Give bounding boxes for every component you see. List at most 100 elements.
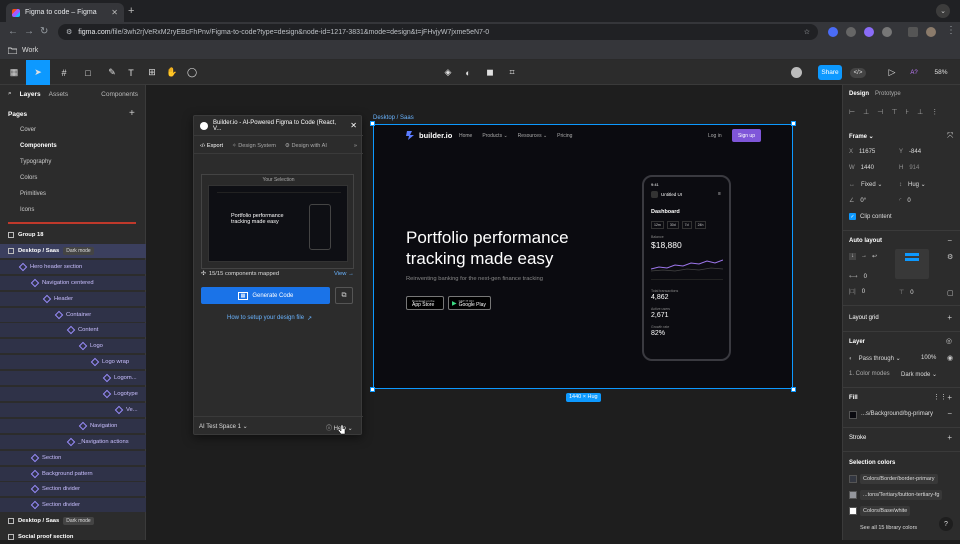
layer-row[interactable]: Logo xyxy=(78,339,103,353)
alignment-grid[interactable] xyxy=(895,249,929,279)
wrap-icon[interactable]: ↩ xyxy=(872,253,877,260)
new-tab-button[interactable]: + xyxy=(128,5,134,17)
layer-row[interactable]: Social proof section xyxy=(8,530,73,544)
multiplayer-avatar[interactable] xyxy=(786,60,806,85)
extension-icon[interactable] xyxy=(828,27,838,37)
browser-menu-icon[interactable]: ⋮ xyxy=(946,25,956,36)
generate-code-button[interactable]: ▦ Generate Code xyxy=(201,287,330,304)
layer-row[interactable]: Hero header section xyxy=(18,260,82,274)
layer-row[interactable]: Desktop / Saas Dark mode xyxy=(8,514,94,528)
add-fill-icon[interactable]: + xyxy=(947,393,952,402)
x-field[interactable]: X 11675 xyxy=(849,149,875,155)
vertical-direction-icon[interactable]: ↓ xyxy=(849,253,856,260)
tab-assets[interactable]: Assets xyxy=(49,91,69,98)
layer-row[interactable]: Navigation centered xyxy=(30,276,94,290)
workspace-dropdown[interactable]: AI Test Space 1 ⌄ xyxy=(199,423,248,430)
profile-avatar[interactable] xyxy=(926,27,936,37)
nav-home[interactable]: Home xyxy=(459,133,472,139)
tab-layers[interactable]: Layers xyxy=(20,91,41,98)
fill-styles-icon[interactable]: ⋮⋮ xyxy=(933,393,947,401)
add-stroke-icon[interactable]: + xyxy=(947,433,952,442)
help-icon[interactable]: ? xyxy=(939,517,953,531)
layer-row[interactable]: Logo wrap xyxy=(90,355,129,369)
tab-export[interactable]: ‹/› Export xyxy=(200,143,223,149)
resources-icon[interactable]: ⊞ xyxy=(144,60,160,85)
layer-row[interactable]: Header xyxy=(42,292,73,306)
tab-search-icon[interactable]: ⌄ xyxy=(936,4,950,18)
extensions-puzzle-icon[interactable] xyxy=(882,27,892,37)
layer-row[interactable]: Section xyxy=(30,451,61,465)
color-style-name[interactable]: Colors/Base/white xyxy=(860,506,911,516)
fill-style-name[interactable]: ...s/Background/bg-primary xyxy=(861,411,933,417)
layer-row[interactable]: Navigation xyxy=(78,419,117,433)
pen-tool-icon[interactable]: ✎ xyxy=(102,60,122,85)
clip-content-checkbox[interactable]: ✓ Clip content xyxy=(849,213,892,220)
extension-fx-icon[interactable] xyxy=(846,27,856,37)
align-center-h-icon[interactable]: ⊥ xyxy=(863,108,869,116)
resize-handle-tl[interactable] xyxy=(370,121,375,126)
rotation-field[interactable]: ∠ 0° xyxy=(849,197,866,204)
dark-mode-dropdown[interactable]: Dark mode ⌄ xyxy=(901,371,937,378)
tab-design-system[interactable]: ✧ Design System xyxy=(232,143,276,149)
comment-tool-icon[interactable]: ◯ xyxy=(184,60,200,85)
signup-button[interactable]: Sign up xyxy=(732,129,761,142)
present-icon[interactable]: ▷ xyxy=(884,60,900,85)
more-tabs-icon[interactable]: » xyxy=(354,143,357,149)
layer-row[interactable]: _Navigation actions xyxy=(66,435,129,449)
move-tool-icon[interactable]: ➤ xyxy=(26,60,50,85)
resize-handle-bl[interactable] xyxy=(370,387,375,392)
page-item[interactable]: Colors xyxy=(20,175,37,181)
reload-icon[interactable]: ↻ xyxy=(40,26,48,37)
layer-row[interactable]: Container xyxy=(54,308,91,322)
add-page-icon[interactable]: + xyxy=(129,108,135,119)
shape-tool-icon[interactable]: □ xyxy=(78,60,98,85)
desktop-saas-frame[interactable]: builder.io Home Products ⌄ Resources ⌄ P… xyxy=(373,124,793,389)
opacity-field[interactable]: 100% xyxy=(921,355,936,361)
tab-design-with-ai[interactable]: ⚙ Design with AI xyxy=(285,143,327,149)
share-button[interactable]: Share xyxy=(818,65,842,80)
google-play-badge[interactable]: ▶ GET IT ON Google Play xyxy=(448,296,491,310)
page-item[interactable]: Primitives xyxy=(20,191,46,197)
radius-field[interactable]: ◜ 0 xyxy=(899,197,911,204)
layer-eye-toggle-icon[interactable]: ◎ xyxy=(946,337,952,345)
url-input[interactable]: ⚙ figma.com/file/3wh2rjVeRxM2ryEBcFhPnv/… xyxy=(58,24,818,40)
missing-fonts-icon[interactable]: A? xyxy=(906,60,922,85)
zoom-level[interactable]: 58% xyxy=(928,60,954,85)
remove-auto-layout-icon[interactable]: − xyxy=(947,236,952,245)
nav-pricing[interactable]: Pricing xyxy=(557,133,572,139)
extension-purple-icon[interactable] xyxy=(864,27,874,37)
add-layout-grid-icon[interactable]: + xyxy=(947,313,952,322)
bookmark-work[interactable]: Work xyxy=(22,47,38,54)
layout-settings-icon[interactable]: ⚙ xyxy=(947,253,953,261)
layer-row[interactable]: Logotype xyxy=(102,387,138,401)
crop-icon[interactable]: ⌗ xyxy=(504,60,520,85)
align-top-icon[interactable]: ⊤ xyxy=(891,108,897,116)
resize-handle-br[interactable] xyxy=(791,387,796,392)
blend-mode-dropdown[interactable]: ◐ Pass through ⌄ xyxy=(849,355,901,362)
browser-tab[interactable]: Figma to code – Figma ✕ xyxy=(6,3,124,22)
back-icon[interactable]: ← xyxy=(8,26,18,37)
layer-row[interactable]: Group 18 xyxy=(8,228,43,242)
dev-mode-icon[interactable]: </> xyxy=(848,60,868,85)
bookmark-star-icon[interactable]: ☆ xyxy=(804,28,810,36)
close-tab-icon[interactable]: ✕ xyxy=(111,8,118,17)
text-tool-icon[interactable]: T xyxy=(124,60,138,85)
padding-individual-icon[interactable]: ▢ xyxy=(947,289,954,297)
distribute-icon[interactable]: ⋮ xyxy=(931,108,938,116)
search-icon[interactable]: ⌕ xyxy=(8,90,12,98)
site-info-icon[interactable]: ⚙ xyxy=(66,28,72,36)
nav-resources[interactable]: Resources ⌄ xyxy=(518,133,548,139)
components-dropdown[interactable]: Components xyxy=(101,91,138,98)
layer-row[interactable]: Section divider xyxy=(30,482,80,496)
height-mode[interactable]: ↕ Hug ⌄ xyxy=(899,181,926,188)
tab-design[interactable]: Design xyxy=(849,91,869,97)
layer-row[interactable]: Logom... xyxy=(102,371,137,385)
layer-row[interactable]: Content xyxy=(66,323,98,337)
close-plugin-icon[interactable]: ✕ xyxy=(350,121,357,130)
align-right-icon[interactable]: ⊣ xyxy=(877,108,883,116)
h-field[interactable]: H 914 xyxy=(899,165,919,171)
color-swatch[interactable] xyxy=(849,507,857,515)
frame-tool-icon[interactable]: # xyxy=(54,60,74,85)
setup-guide-link[interactable]: How to setup your design file ↗ xyxy=(227,315,312,322)
y-field[interactable]: Y -844 xyxy=(899,149,921,155)
